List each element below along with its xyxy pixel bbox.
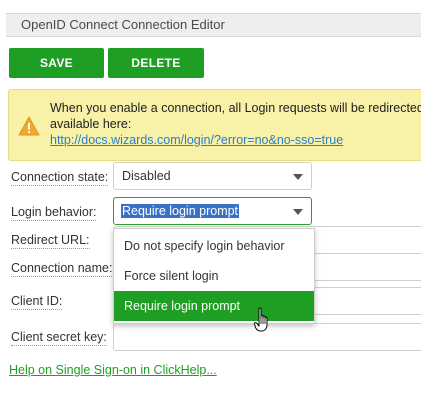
alert-message-line1: When you enable a connection, all Login … [50, 101, 421, 115]
login-behavior-dropdown: Do not specify login behavior Force sile… [113, 228, 315, 324]
help-sso-link[interactable]: Help on Single Sign-on in ClickHelp... [9, 363, 217, 377]
delete-button[interactable]: DELETE [108, 48, 204, 78]
client-secret-key-label: Client secret key: [11, 330, 107, 346]
dropdown-option-selected[interactable]: Require login prompt [114, 291, 314, 321]
connection-state-select[interactable]: Disabled [113, 162, 312, 190]
alert-docs-link[interactable]: http://docs.wizards.com/login/?error=no&… [50, 133, 343, 147]
chevron-down-icon [293, 174, 303, 180]
connection-state-value: Disabled [122, 169, 171, 183]
warning-icon [18, 116, 40, 136]
editor-header: OpenID Connect Connection Editor [6, 13, 421, 37]
login-behavior-label: Login behavior: [11, 205, 97, 221]
connection-state-label: Connection state: [11, 170, 109, 186]
chevron-down-icon [293, 209, 303, 215]
alert-message-line2: available here: [50, 117, 132, 131]
dropdown-option[interactable]: Force silent login [114, 261, 314, 291]
warning-alert: When you enable a connection, all Login … [8, 89, 421, 161]
save-button[interactable]: SAVE [9, 48, 104, 78]
redirect-url-label: Redirect URL: [11, 233, 90, 249]
connection-name-label: Connection name: [11, 261, 113, 277]
login-behavior-value: Require login prompt [121, 204, 240, 218]
login-behavior-select[interactable]: Require login prompt [113, 197, 312, 225]
client-id-label: Client ID: [11, 294, 63, 310]
editor-title: OpenID Connect Connection Editor [21, 17, 225, 32]
hand-cursor-icon [254, 307, 268, 332]
dropdown-option[interactable]: Do not specify login behavior [114, 231, 314, 261]
